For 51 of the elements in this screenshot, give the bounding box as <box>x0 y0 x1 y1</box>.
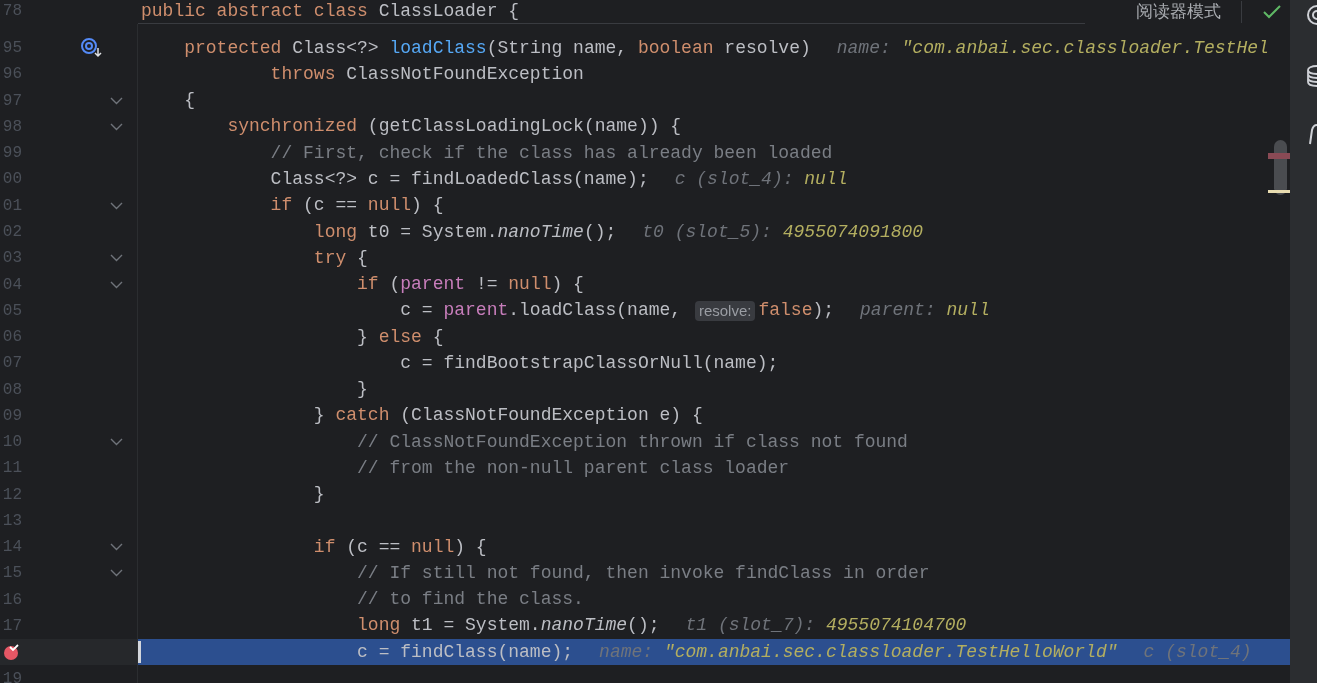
code-text: // to find the class. <box>356 588 584 612</box>
fold-chevron-icon[interactable] <box>110 122 123 131</box>
inline-value-hint: c (slot_4): null <box>674 167 848 191</box>
inline-value-hint: name: "com.anbai.sec.classloader.TestHelloWorld" <box>599 640 1118 664</box>
ring-icon[interactable] <box>1307 4 1317 26</box>
fold-chevron-icon[interactable] <box>110 201 123 210</box>
inline-value-hint: t1 (slot_7): 4955074104700 <box>685 614 967 638</box>
code-text: if (parent != null) { <box>356 273 584 297</box>
code-text: long t1 = System.nanoTime(); <box>356 614 660 638</box>
fold-chevron-icon[interactable] <box>110 438 123 447</box>
error-stripe-mark <box>1268 153 1290 159</box>
target-icon[interactable] <box>80 38 104 59</box>
inline-value-hint: parent: null <box>860 299 990 323</box>
code-text: Class<?> c = findLoadedClass(name); <box>269 167 649 191</box>
code-text: if (c == null) { <box>312 535 487 559</box>
code-text: c = findBootstrapClassOrNull(name); <box>399 351 779 375</box>
parameter-hint: resolve: <box>694 300 756 321</box>
code-text: } <box>312 483 325 507</box>
inline-value-hint: name: "com.anbai.sec.classloader.TestHel <box>836 36 1269 60</box>
code-text: long t0 = System.nanoTime(); <box>312 220 617 244</box>
code-text: // First, check if the class has already been loaded <box>269 141 833 165</box>
code-text: // ClassNotFoundException thrown if class not found <box>356 430 908 454</box>
code-text: } catch (ClassNotFoundException e) { <box>312 404 703 428</box>
fold-chevron-icon[interactable] <box>110 569 123 578</box>
code-text: public abstract class ClassLoader { <box>141 1 520 21</box>
fold-chevron-icon[interactable] <box>110 254 123 263</box>
code-text: { <box>183 89 195 113</box>
fold-chevron-icon[interactable] <box>110 543 123 552</box>
code-text: c = parent.loadClass(name, <box>399 299 683 323</box>
breakpoint-icon[interactable] <box>4 643 22 662</box>
code-text: } <box>356 378 368 402</box>
warning-stripe-mark <box>1268 190 1290 193</box>
reader-mode-label[interactable]: 阅读器模式 <box>1136 0 1221 25</box>
code-text: protected Class<?> loadClass(String name, boolean resolve) <box>183 36 811 60</box>
code-text: // If still not found, then invoke findClass in order <box>356 561 930 585</box>
code-text: } else { <box>356 325 444 349</box>
inline-value-hint: t0 (slot_5): 4955074091800 <box>642 220 924 244</box>
code-text: if (c == null) { <box>269 194 444 218</box>
inline-value-hint: c (slot_4) <box>1143 640 1252 664</box>
code-text: throws ClassNotFoundException <box>269 62 584 86</box>
check-icon[interactable] <box>1262 4 1282 20</box>
code-text: c = findClass(name); <box>356 640 574 664</box>
fold-chevron-icon[interactable] <box>110 280 123 289</box>
code-text: // from the non-null parent class loader <box>356 456 790 480</box>
code-text: false); <box>758 299 835 323</box>
code-text: synchronized (getClassLoadingLock(name)) { <box>226 115 682 139</box>
text-caret <box>138 641 141 664</box>
hook-icon[interactable] <box>1307 122 1317 146</box>
fold-chevron-icon[interactable] <box>110 96 123 105</box>
database-icon[interactable] <box>1307 64 1317 88</box>
code-text: try { <box>312 246 368 270</box>
